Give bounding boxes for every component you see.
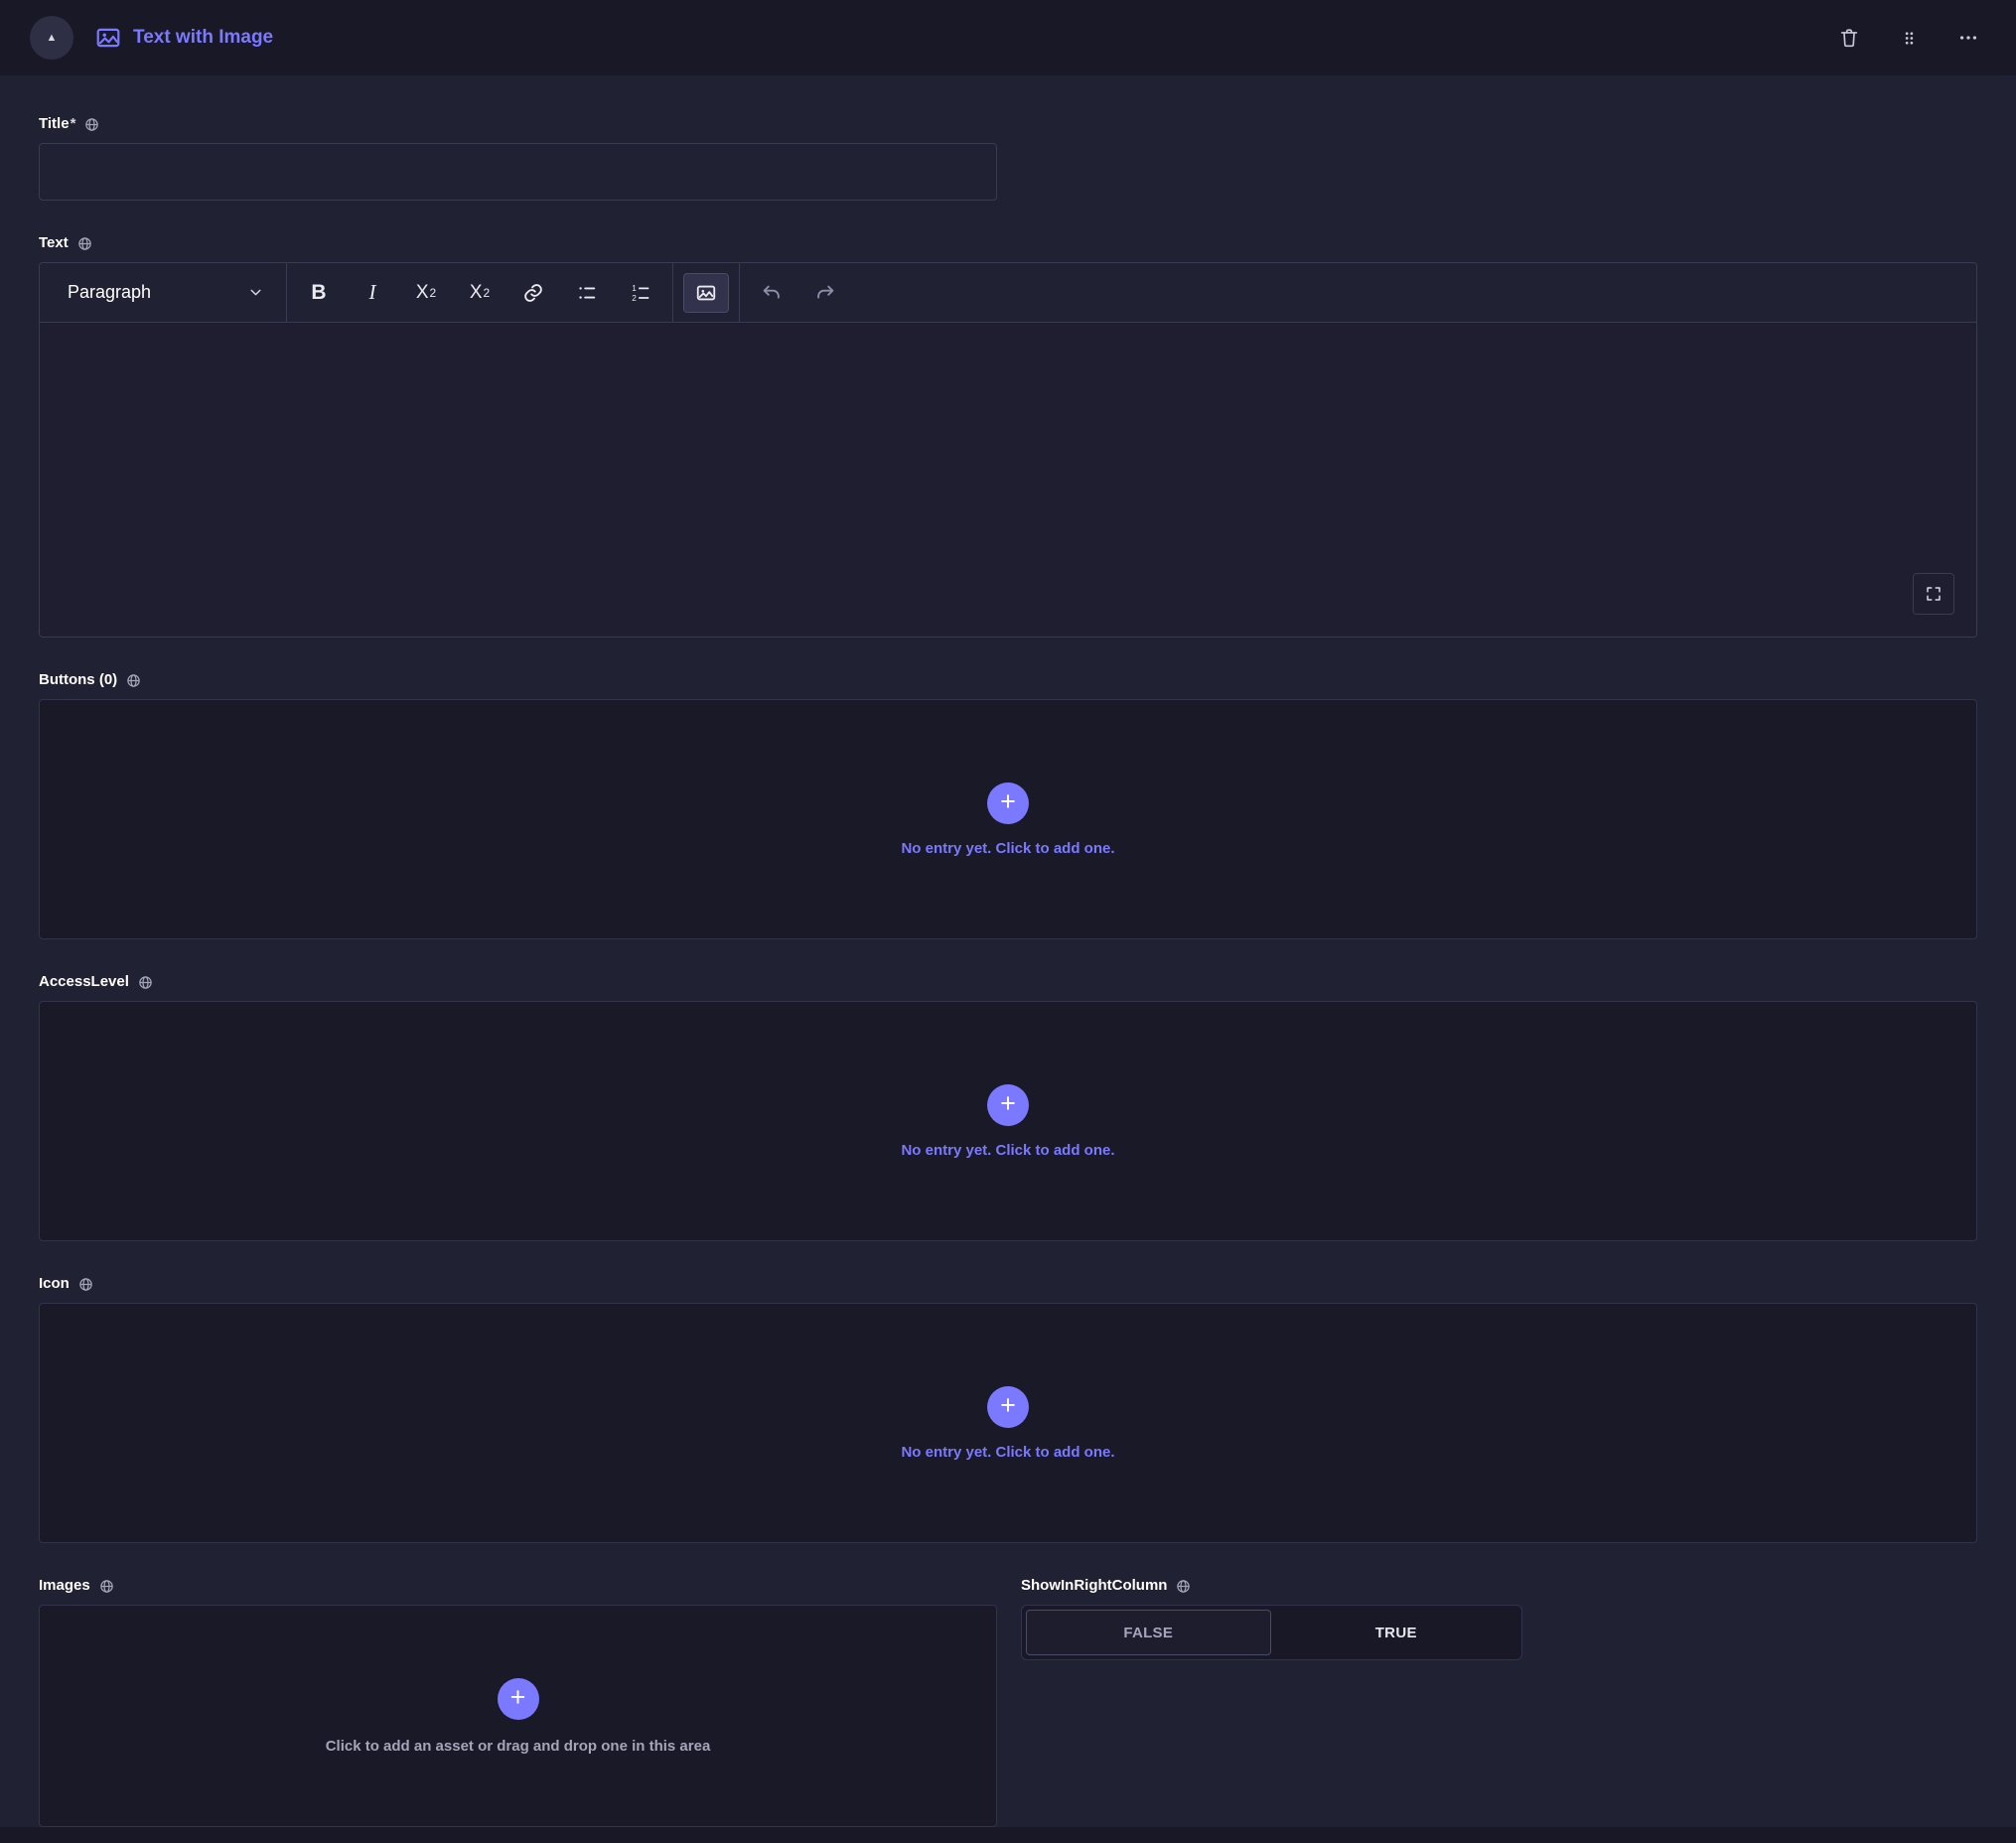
drag-dots-icon xyxy=(1900,29,1919,48)
title-label-row: Title* xyxy=(39,115,1977,133)
plus-icon: + xyxy=(1000,1392,1016,1419)
add-asset-button[interactable]: + xyxy=(498,1678,539,1720)
add-button-entry[interactable]: + xyxy=(987,782,1029,824)
plus-icon: + xyxy=(510,1684,526,1711)
expand-editor-button[interactable] xyxy=(1913,573,1954,615)
svg-text:2: 2 xyxy=(632,293,637,302)
text-label: Text xyxy=(39,234,69,252)
access-level-label: AccessLevel xyxy=(39,973,129,991)
bullet-list-button[interactable] xyxy=(561,263,613,323)
component-body: Title* Text xyxy=(0,75,2016,1827)
plus-icon: + xyxy=(1000,788,1016,815)
editor-toolbar: Paragraph B I X2 X2 xyxy=(40,263,1976,323)
globe-icon xyxy=(99,1579,114,1594)
toolbar-divider xyxy=(672,263,673,322)
component-title: Text with Image xyxy=(133,27,273,49)
access-level-label-row: AccessLevel xyxy=(39,973,1977,991)
empty-state-text: No entry yet. Click to add one. xyxy=(901,1444,1114,1461)
redo-icon xyxy=(814,282,836,304)
component-header: ▲ Text with Image xyxy=(0,0,2016,75)
block-style-select[interactable]: Paragraph xyxy=(40,263,286,322)
show-in-right-column-field: ShowInRightColumn FALSE TRUE xyxy=(1021,1577,1977,1827)
access-level-empty-area[interactable]: + No entry yet. Click to add one. xyxy=(39,1001,1977,1241)
svg-text:1: 1 xyxy=(632,284,637,293)
globe-icon xyxy=(77,236,92,251)
history-group xyxy=(740,263,857,322)
required-asterisk: * xyxy=(71,115,76,132)
show-in-right-column-label: ShowInRightColumn xyxy=(1021,1577,1167,1595)
buttons-label-row: Buttons (0) xyxy=(39,671,1977,689)
show-in-right-column-label-row: ShowInRightColumn xyxy=(1021,1577,1977,1595)
toggle-option-false[interactable]: FALSE xyxy=(1026,1610,1271,1655)
globe-icon xyxy=(84,117,99,132)
add-icon-entry[interactable]: + xyxy=(987,1386,1029,1428)
header-left: ▲ Text with Image xyxy=(30,16,273,60)
header-actions xyxy=(1835,24,1982,52)
empty-state-text: No entry yet. Click to add one. xyxy=(901,840,1114,857)
title-field: Title* xyxy=(39,115,1977,201)
buttons-empty-area[interactable]: + No entry yet. Click to add one. xyxy=(39,699,1977,939)
globe-icon xyxy=(138,975,153,990)
icon-label: Icon xyxy=(39,1275,70,1293)
drag-handle[interactable] xyxy=(1895,24,1923,52)
icon-label-row: Icon xyxy=(39,1275,1977,1293)
bottom-row: Images + Click to add an asset or drag a… xyxy=(39,1577,1977,1827)
superscript-button[interactable]: X2 xyxy=(454,263,505,323)
globe-icon xyxy=(126,673,141,688)
buttons-field: Buttons (0) + No entry yet. Click to add… xyxy=(39,671,1977,939)
icon-empty-area[interactable]: + No entry yet. Click to add one. xyxy=(39,1303,1977,1543)
ellipsis-icon xyxy=(1957,27,1979,49)
add-access-level-entry[interactable]: + xyxy=(987,1084,1029,1126)
formatting-group: B I X2 X2 xyxy=(287,263,672,322)
chevron-down-icon xyxy=(247,284,264,301)
link-button[interactable] xyxy=(507,263,559,323)
buttons-label: Buttons (0) xyxy=(39,671,117,689)
text-with-image-component-card: ▲ Text with Image xyxy=(0,0,2016,1827)
images-label-row: Images xyxy=(39,1577,997,1595)
numbered-list-icon: 1 2 xyxy=(630,282,651,304)
picture-icon xyxy=(95,25,121,51)
more-options-button[interactable] xyxy=(1954,24,1982,52)
rich-text-editor: Paragraph B I X2 X2 xyxy=(39,262,1977,638)
link-icon xyxy=(522,282,544,304)
bold-button[interactable]: B xyxy=(293,263,345,323)
boolean-toggle: FALSE TRUE xyxy=(1021,1605,1522,1660)
delete-button[interactable] xyxy=(1835,24,1863,52)
images-label: Images xyxy=(39,1577,90,1595)
globe-icon xyxy=(1176,1579,1191,1594)
caret-up-icon: ▲ xyxy=(47,33,58,44)
plus-icon: + xyxy=(1000,1090,1016,1117)
bullet-list-icon xyxy=(576,282,598,304)
collapse-button[interactable]: ▲ xyxy=(30,16,73,60)
numbered-list-button[interactable]: 1 2 xyxy=(615,263,666,323)
text-label-row: Text xyxy=(39,234,1977,252)
italic-button[interactable]: I xyxy=(347,263,398,323)
empty-state-text: No entry yet. Click to add one. xyxy=(901,1142,1114,1159)
images-upload-area[interactable]: + Click to add an asset or drag and drop… xyxy=(39,1605,997,1827)
access-level-field: AccessLevel + No entry yet. Click to add… xyxy=(39,973,1977,1241)
subscript-button[interactable]: X2 xyxy=(400,263,452,323)
title-input[interactable] xyxy=(39,143,997,201)
globe-icon xyxy=(78,1277,93,1292)
text-field: Text Paragraph B I xyxy=(39,234,1977,638)
image-icon xyxy=(695,282,717,304)
title-group: Text with Image xyxy=(95,25,273,51)
images-field: Images + Click to add an asset or drag a… xyxy=(39,1577,997,1827)
upload-hint-text: Click to add an asset or drag and drop o… xyxy=(326,1738,711,1755)
trash-icon xyxy=(1838,27,1860,49)
title-label: Title* xyxy=(39,115,75,133)
insert-image-button[interactable] xyxy=(683,273,729,313)
editor-content-area[interactable] xyxy=(40,323,1976,637)
undo-icon xyxy=(761,282,783,304)
block-style-value: Paragraph xyxy=(68,282,151,303)
expand-icon xyxy=(1925,585,1943,603)
redo-button[interactable] xyxy=(799,263,851,323)
undo-button[interactable] xyxy=(746,263,797,323)
icon-field: Icon + No entry yet. Click to add one. xyxy=(39,1275,1977,1543)
toggle-option-true[interactable]: TRUE xyxy=(1275,1610,1518,1655)
